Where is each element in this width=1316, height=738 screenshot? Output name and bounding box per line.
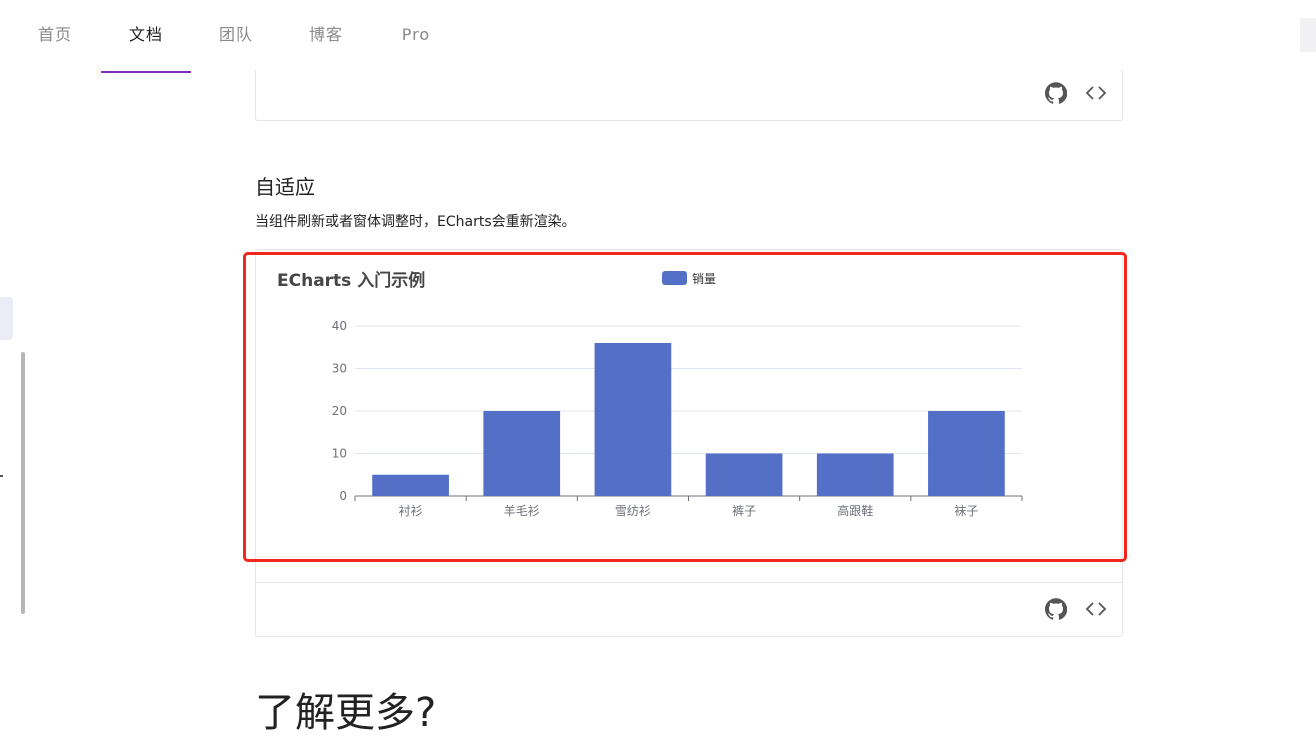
x-tick-label: 雪纺衫 — [615, 504, 651, 518]
card-divider — [256, 582, 1122, 583]
github-icon[interactable] — [1045, 82, 1067, 104]
nav-tab-docs[interactable]: 文档 — [101, 0, 191, 72]
x-tick-label: 羊毛衫 — [504, 503, 540, 518]
x-tick-label: 裤子 — [732, 504, 756, 518]
previous-demo-card — [255, 70, 1123, 121]
nav-tab-blog[interactable]: 博客 — [281, 0, 371, 72]
nav-tab-team[interactable]: 团队 — [191, 0, 281, 72]
nav-active-indicator — [101, 71, 191, 73]
bar[interactable] — [816, 453, 894, 497]
sidebar-marker — [0, 475, 3, 477]
next-section-heading: 了解更多? — [255, 690, 437, 736]
bar[interactable] — [372, 474, 449, 496]
chart-title: ECharts 入门示例 — [277, 270, 425, 291]
nav-tab-home[interactable]: 首页 — [10, 0, 100, 72]
section-description: 当组件刷新或者窗体调整时，ECharts会重新渲染。 — [255, 214, 576, 230]
y-tick-label: 20 — [332, 404, 347, 418]
corner-control[interactable] — [1300, 18, 1316, 52]
bar[interactable] — [705, 453, 783, 497]
bar[interactable] — [928, 411, 1005, 496]
section-title: 自适应 — [255, 175, 315, 199]
top-nav: 首页 文档 团队 博客 Pro — [0, 0, 1316, 73]
code-icon[interactable] — [1085, 598, 1107, 620]
bar-chart: ECharts 入门示例 销量 0 10 20 30 40 衬衫 羊毛衫 雪纺衫 裤子 高跟鞋 袜子 — [277, 270, 1023, 518]
y-tick-label: 0 — [339, 489, 347, 503]
x-tick-label: 高跟鞋 — [837, 503, 873, 518]
x-tick-label: 袜子 — [954, 504, 978, 518]
nav-tab-pro[interactable]: Pro — [371, 0, 461, 72]
bar[interactable] — [483, 411, 561, 496]
sidebar-scrollbar[interactable] — [21, 352, 25, 614]
y-tick-label: 40 — [332, 319, 347, 333]
sidebar-active-item[interactable] — [0, 297, 13, 340]
x-tick-label: 衬衫 — [399, 504, 423, 518]
y-tick-label: 30 — [332, 362, 347, 376]
legend-swatch[interactable] — [662, 271, 687, 285]
code-icon[interactable] — [1085, 82, 1107, 104]
y-tick-label: 10 — [332, 447, 347, 461]
legend-label[interactable]: 销量 — [692, 272, 716, 286]
github-icon[interactable] — [1045, 598, 1067, 620]
bar[interactable] — [594, 343, 672, 496]
